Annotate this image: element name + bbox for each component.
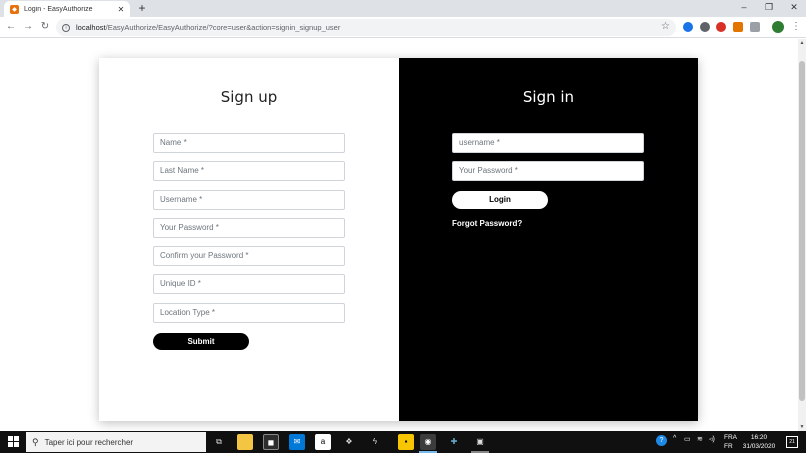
battery-icon[interactable]: ▭ <box>684 435 691 443</box>
close-window-button[interactable]: ✕ <box>782 1 806 14</box>
forgot-password-link[interactable]: Forgot Password? <box>452 219 522 228</box>
last-name-field[interactable]: Last Name * <box>153 161 345 181</box>
signin-password-field[interactable]: Your Password * <box>452 161 644 181</box>
extension-icon[interactable] <box>716 22 726 32</box>
address-bar[interactable]: i localhost/EasyAuthorize/EasyAuthorize/… <box>56 19 676 36</box>
login-button[interactable]: Login <box>452 191 548 209</box>
file-explorer-icon[interactable] <box>237 434 253 450</box>
profile-avatar[interactable] <box>772 21 784 33</box>
tab-title: Login - EasyAuthorize <box>24 5 93 13</box>
star-icon[interactable]: ☆ <box>661 21 670 32</box>
mail-icon[interactable]: ✉ <box>289 434 305 450</box>
photos-icon[interactable]: ▣ <box>472 434 488 450</box>
signin-username-field[interactable]: username * <box>452 133 644 153</box>
amazon-icon[interactable]: a <box>315 434 331 450</box>
search-icon: ⚲ <box>32 436 39 447</box>
app-icon[interactable]: ▪ <box>398 434 414 450</box>
info-icon[interactable]: i <box>62 23 70 32</box>
scroll-down-icon[interactable]: ▼ <box>798 423 806 431</box>
language-indicator[interactable]: FRA FR <box>724 433 737 451</box>
extension-icon[interactable] <box>750 22 760 32</box>
date-text: 31/03/2020 <box>742 443 776 450</box>
signup-panel: Sign up Name * Last Name * Username * Yo… <box>99 58 399 421</box>
location-type-field[interactable]: Location Type * <box>153 303 345 323</box>
network-app-icon[interactable]: ✚ <box>446 434 462 450</box>
signin-panel: Sign in username * Your Password * Login… <box>399 58 698 421</box>
store-icon[interactable]: ◼ <box>263 434 279 450</box>
unique-id-field[interactable]: Unique ID * <box>153 274 345 294</box>
forward-arrow-icon[interactable]: → <box>21 20 35 34</box>
extension-icon[interactable] <box>700 22 710 32</box>
page-content: Sign up Name * Last Name * Username * Yo… <box>0 39 798 431</box>
url-text: localhost/EasyAuthorize/EasyAuthorize/?c… <box>76 23 341 32</box>
new-tab-button[interactable]: + <box>136 1 148 15</box>
time-text: 16:20 <box>750 434 768 441</box>
password-field[interactable]: Your Password * <box>153 218 345 238</box>
reload-icon[interactable]: ↻ <box>38 20 52 34</box>
auth-container: Sign up Name * Last Name * Username * Yo… <box>99 58 698 421</box>
scroll-thumb[interactable] <box>799 61 805 401</box>
username-field[interactable]: Username * <box>153 190 345 210</box>
minimize-button[interactable]: – <box>732 1 756 14</box>
extension-icon[interactable] <box>733 22 743 32</box>
page-scrollbar[interactable]: ▲ ▼ <box>798 39 806 431</box>
extension-icon[interactable] <box>683 22 693 32</box>
chevron-up-icon[interactable]: ^ <box>673 435 676 442</box>
tab-close-icon[interactable]: ✕ <box>116 5 126 14</box>
scroll-up-icon[interactable]: ▲ <box>798 39 806 47</box>
task-view-icon[interactable]: ⧉ <box>211 434 227 450</box>
menu-dots-icon[interactable]: ⋮ <box>791 20 801 34</box>
clock[interactable]: 16:20 31/03/2020 <box>740 433 778 451</box>
wifi-icon[interactable]: ≋ <box>697 435 703 443</box>
notification-icon[interactable]: 21 <box>786 436 798 448</box>
volume-icon[interactable]: ◃) <box>709 435 715 443</box>
help-icon[interactable]: ? <box>656 435 667 446</box>
taskbar-search[interactable]: ⚲ Taper ici pour rechercher <box>26 432 206 452</box>
submit-button[interactable]: Submit <box>153 333 249 350</box>
confirm-password-field[interactable]: Confirm your Password * <box>153 246 345 266</box>
browser-toolbar: ← → ↻ i localhost/EasyAuthorize/EasyAuth… <box>0 17 806 38</box>
browser-tab-bar: ◆ Login - EasyAuthorize ✕ + – ❐ ✕ <box>0 0 806 17</box>
windows-start-icon[interactable] <box>8 436 20 448</box>
taskbar-search-placeholder: Taper ici pour rechercher <box>44 437 134 447</box>
chrome-icon[interactable]: ◉ <box>420 434 436 450</box>
maximize-button[interactable]: ❐ <box>757 1 781 14</box>
signin-title: Sign in <box>522 88 575 106</box>
signup-title: Sign up <box>220 88 278 106</box>
bolt-icon[interactable]: ϟ <box>367 434 383 450</box>
favicon-icon: ◆ <box>10 4 19 14</box>
taskbar: ⚲ Taper ici pour rechercher ⧉ ◼ ✉ a ❖ ϟ … <box>0 431 806 453</box>
name-field[interactable]: Name * <box>153 133 345 153</box>
dropbox-icon[interactable]: ❖ <box>341 434 357 450</box>
browser-tab[interactable]: ◆ Login - EasyAuthorize ✕ <box>4 1 130 17</box>
back-arrow-icon[interactable]: ← <box>4 20 18 34</box>
